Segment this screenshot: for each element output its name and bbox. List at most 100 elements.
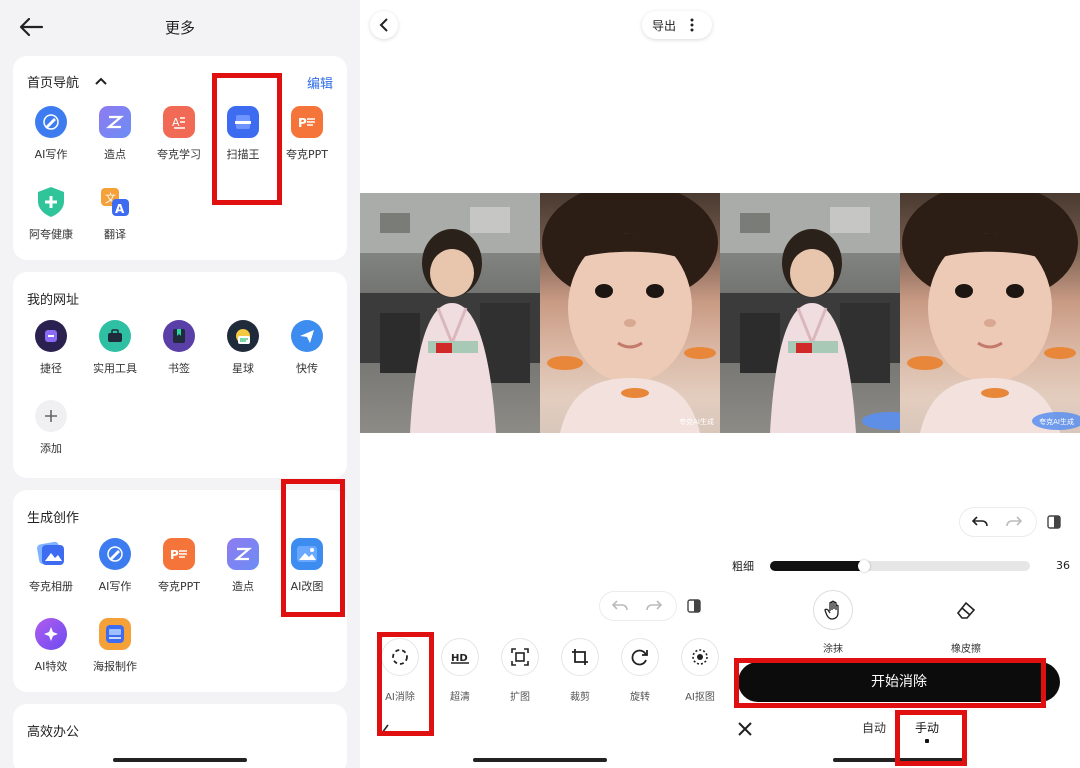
export-button[interactable]: 导出: [642, 11, 712, 39]
redo-icon[interactable]: [1006, 515, 1022, 529]
slider-fill: [770, 561, 864, 571]
home-indicator: [113, 758, 247, 762]
app-health[interactable]: 阿夸健康: [19, 186, 83, 242]
app-label: 海报制作: [93, 660, 137, 673]
tab-manual[interactable]: 手动: [915, 719, 939, 736]
mode-label: 橡皮擦: [951, 644, 981, 655]
section-title: 高效办公: [27, 725, 80, 740]
tool-ai-erase[interactable]: AI消除: [370, 638, 430, 703]
app-label: 夸克学习: [157, 148, 201, 161]
brush-size-label: 粗细: [732, 560, 754, 573]
edit-link[interactable]: 编辑: [307, 73, 333, 92]
planet-icon: [227, 320, 259, 352]
app-add[interactable]: 添加: [19, 400, 83, 456]
app-ppt-2[interactable]: P 夸克PPT: [147, 538, 211, 594]
export-label: 导出: [652, 19, 677, 33]
chevron-left-icon: [379, 18, 388, 32]
manual-erase-panel: 夸克AI生成 粗细 36 涂抹 橡皮擦 开始消除 自动 手动: [720, 0, 1080, 768]
compare-icon[interactable]: [686, 598, 702, 614]
section-title: 我的网址: [27, 293, 80, 308]
app-toolbox[interactable]: 实用工具: [83, 320, 147, 376]
home-nav-card: 首页导航 编辑 AI写作 造点 A 夸克学习 扫描王 P 夸克PPT 阿夸健康 …: [13, 56, 347, 260]
undo-redo-group: [960, 508, 1036, 536]
svg-text:P: P: [170, 548, 179, 562]
app-label: AI写作: [34, 148, 68, 161]
my-sites-card: 我的网址 捷径 实用工具 书签 星球 快传 添加: [13, 272, 347, 478]
undo-icon[interactable]: [612, 599, 628, 613]
app-album[interactable]: 夸克相册: [19, 538, 83, 594]
back-button[interactable]: [370, 11, 398, 39]
more-dots-icon[interactable]: [690, 17, 694, 33]
chevron-up-icon[interactable]: [95, 76, 107, 86]
tool-cutout[interactable]: AI抠图: [670, 638, 720, 703]
app-label: 添加: [40, 442, 62, 455]
app-label: 捷径: [40, 362, 62, 375]
app-label: 实用工具: [93, 362, 137, 375]
zaodian-icon: [99, 106, 131, 138]
tool-hd[interactable]: HD 超清: [430, 638, 490, 703]
app-ai-writing-2[interactable]: AI写作: [83, 538, 147, 594]
close-icon[interactable]: [736, 720, 754, 738]
mode-eraser[interactable]: 橡皮擦: [921, 590, 1011, 655]
section-title: 生成创作: [27, 511, 80, 526]
ai-image-edit-icon: [291, 538, 323, 570]
ai-erase-icon: [381, 638, 419, 676]
app-label: 书签: [168, 362, 190, 375]
app-bookmark[interactable]: 书签: [147, 320, 211, 376]
mode-label: 涂抹: [823, 644, 843, 655]
creation-card: 生成创作 夸克相册 AI写作 P 夸克PPT 造点 AI改图 AI特效 海报制作: [13, 490, 347, 692]
redo-icon[interactable]: [646, 599, 662, 613]
slider-knob[interactable]: [858, 560, 870, 572]
health-shield-icon: [35, 186, 67, 218]
translate-icon: 文A: [99, 186, 131, 218]
collapse-chevron-icon[interactable]: [380, 724, 390, 734]
undo-redo-group: [600, 592, 676, 620]
album-icon: [35, 538, 67, 570]
tool-label: AI消除: [385, 692, 415, 703]
app-planet[interactable]: 星球: [211, 320, 275, 376]
app-translate[interactable]: 文A 翻译: [83, 186, 147, 242]
study-icon: A: [163, 106, 195, 138]
app-ppt[interactable]: P 夸克PPT: [275, 106, 339, 162]
svg-text:P: P: [298, 116, 307, 130]
app-ai-writing[interactable]: AI写作: [19, 106, 83, 162]
watermark-text: 夸克AI生成: [1039, 418, 1074, 426]
tool-expand[interactable]: 扩图: [490, 638, 550, 703]
app-scanner[interactable]: 扫描王: [211, 106, 275, 162]
effects-icon: [35, 618, 67, 650]
cutout-icon: [681, 638, 719, 676]
compare-icon[interactable]: [1046, 514, 1062, 530]
tab-auto[interactable]: 自动: [862, 719, 886, 736]
ppt-icon: P: [291, 106, 323, 138]
section-title: 首页导航: [27, 76, 80, 91]
more-panel: 更多 首页导航 编辑 AI写作 造点 A 夸克学习 扫描王 P 夸克PPT 阿夸…: [0, 0, 360, 768]
ai-pen-icon: [99, 538, 131, 570]
eraser-icon: [946, 590, 986, 630]
bookmark-icon: [163, 320, 195, 352]
tool-label: 旋转: [630, 692, 650, 703]
app-send[interactable]: 快传: [275, 320, 339, 376]
home-indicator: [473, 758, 607, 762]
tool-rotate[interactable]: 旋转: [610, 638, 670, 703]
ai-result-photo: 夸克AI生成: [540, 193, 720, 433]
app-poster[interactable]: 海报制作: [83, 618, 147, 674]
app-shortcut[interactable]: 捷径: [19, 320, 83, 376]
brush-size-slider[interactable]: [770, 560, 1030, 572]
home-indicator: [833, 758, 967, 762]
tool-label: 裁剪: [570, 692, 590, 703]
original-photo: [720, 193, 900, 433]
app-zaodian-2[interactable]: 造点: [211, 538, 275, 594]
tool-crop[interactable]: 裁剪: [550, 638, 610, 703]
app-label: 阿夸健康: [29, 228, 73, 241]
app-effects[interactable]: AI特效: [19, 618, 83, 674]
start-erase-button[interactable]: 开始消除: [738, 662, 1060, 702]
undo-icon[interactable]: [972, 515, 988, 529]
rotate-icon: [621, 638, 659, 676]
mode-smear[interactable]: 涂抹: [788, 590, 878, 655]
ppt-icon: P: [163, 538, 195, 570]
app-label: 夸克相册: [29, 580, 73, 593]
app-zaodian[interactable]: 造点: [83, 106, 147, 162]
app-ai-image-edit[interactable]: AI改图: [275, 538, 339, 594]
page-title: 更多: [164, 19, 195, 37]
app-study[interactable]: A 夸克学习: [147, 106, 211, 162]
